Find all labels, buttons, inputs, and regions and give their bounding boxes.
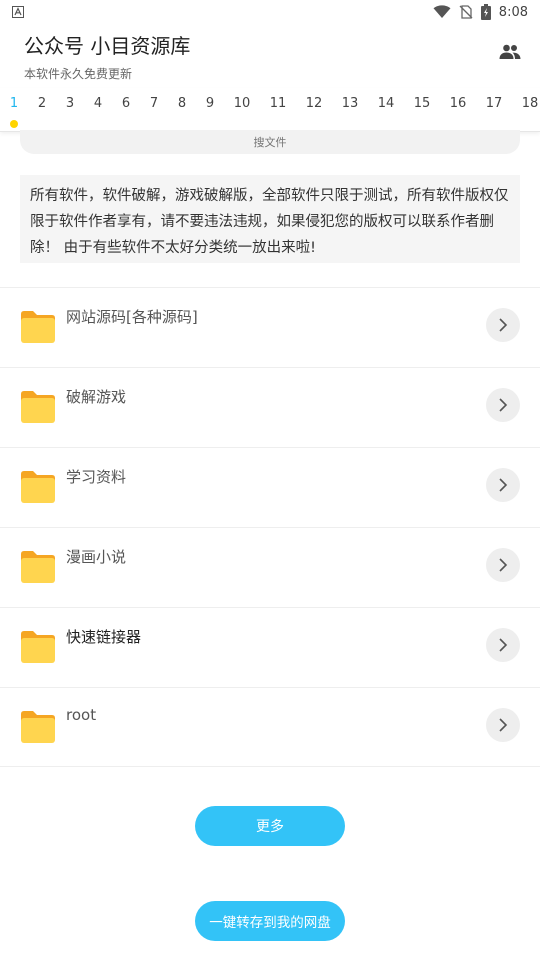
tab-label: 11	[269, 96, 287, 111]
list-item-label: 学习资料	[66, 468, 127, 486]
tab-12[interactable]: 12	[301, 96, 327, 111]
battery-charging-icon	[480, 4, 491, 20]
chevron-right-icon[interactable]	[486, 468, 520, 502]
people-icon	[499, 44, 521, 64]
tab-13[interactable]: 13	[337, 96, 363, 111]
tab-label: 18	[521, 96, 539, 111]
tab-4[interactable]: 4	[85, 96, 111, 111]
search-input[interactable]	[20, 135, 520, 149]
search-box[interactable]	[20, 130, 520, 154]
tab-label: 4	[93, 96, 103, 111]
more-button[interactable]: 更多	[195, 806, 345, 846]
tab-label: 7	[149, 96, 159, 111]
list-item-label: 破解游戏	[66, 388, 127, 406]
tab-label: 13	[341, 96, 359, 111]
tab-label: 10	[233, 96, 251, 111]
tab-label: 1	[9, 96, 19, 111]
list-item[interactable]: 学习资料	[0, 447, 540, 527]
chevron-right-icon[interactable]	[486, 548, 520, 582]
status-bar: 8:08	[0, 0, 540, 24]
tab-14[interactable]: 14	[373, 96, 399, 111]
tab-11[interactable]: 11	[265, 96, 291, 111]
folder-icon	[20, 710, 56, 744]
folder-icon	[20, 470, 56, 504]
status-time: 8:08	[498, 4, 528, 20]
tab-label: 3	[65, 96, 75, 111]
tab-label: 6	[121, 96, 131, 111]
page-title: 公众号 小目资源库	[24, 34, 191, 58]
list-item[interactable]: 漫画小说	[0, 527, 540, 607]
tab-label: 12	[305, 96, 323, 111]
list-item-label: 网站源码[各种源码]	[66, 308, 198, 326]
no-sim-icon	[459, 5, 473, 19]
people-button[interactable]	[496, 40, 524, 68]
save-to-netdisk-button[interactable]: 一键转存到我的网盘	[195, 901, 345, 941]
tab-label: 16	[449, 96, 467, 111]
tab-label: 8	[177, 96, 187, 111]
app-notification-icon	[12, 6, 24, 18]
tab-2[interactable]: 2	[29, 96, 55, 111]
tab-9[interactable]: 9	[197, 96, 223, 111]
tab-1[interactable]: 1	[1, 96, 27, 128]
tab-label: 9	[205, 96, 215, 111]
folder-list: 网站源码[各种源码] 破解游戏 学习资料 漫画小说 快速链接器 root	[0, 287, 540, 767]
tab-7[interactable]: 7	[141, 96, 167, 111]
tab-16[interactable]: 16	[445, 96, 471, 111]
app-bar: 公众号 小目资源库 本软件永久免费更新	[0, 24, 540, 88]
tab-8[interactable]: 8	[169, 96, 195, 111]
notice-text: 所有软件，软件破解，游戏破解版，全部软件只限于测试，所有软件版权仅限于软件作者享…	[20, 175, 520, 263]
tab-18[interactable]: 18	[517, 96, 540, 111]
list-item-label: root	[66, 706, 97, 724]
chevron-right-icon[interactable]	[486, 628, 520, 662]
active-tab-indicator	[10, 120, 18, 128]
tab-10[interactable]: 10	[229, 96, 255, 111]
tab-label: 17	[485, 96, 503, 111]
wifi-icon	[433, 5, 451, 19]
list-item-label: 漫画小说	[66, 548, 127, 566]
tab-bar: 1 2 3 4 6 7 8 9 10 11 12 13 14 15 16 17 18	[0, 88, 540, 132]
folder-icon	[20, 310, 56, 344]
tab-3[interactable]: 3	[57, 96, 83, 111]
tab-label: 2	[37, 96, 47, 111]
tab-label: 15	[413, 96, 431, 111]
tab-17[interactable]: 17	[481, 96, 507, 111]
chevron-right-icon[interactable]	[486, 708, 520, 742]
status-left	[12, 6, 24, 18]
folder-icon	[20, 390, 56, 424]
list-item[interactable]: root	[0, 687, 540, 767]
folder-icon	[20, 630, 56, 664]
tab-label: 14	[377, 96, 395, 111]
chevron-right-icon[interactable]	[486, 308, 520, 342]
list-item[interactable]: 快速链接器	[0, 607, 540, 687]
page-subtitle: 本软件永久免费更新	[24, 67, 133, 81]
tab-15[interactable]: 15	[409, 96, 435, 111]
list-item[interactable]: 网站源码[各种源码]	[0, 287, 540, 367]
chevron-right-icon[interactable]	[486, 388, 520, 422]
folder-icon	[20, 550, 56, 584]
status-right: 8:08	[433, 4, 528, 20]
tab-6[interactable]: 6	[113, 96, 139, 111]
list-item[interactable]: 破解游戏	[0, 367, 540, 447]
list-item-label: 快速链接器	[66, 628, 142, 646]
